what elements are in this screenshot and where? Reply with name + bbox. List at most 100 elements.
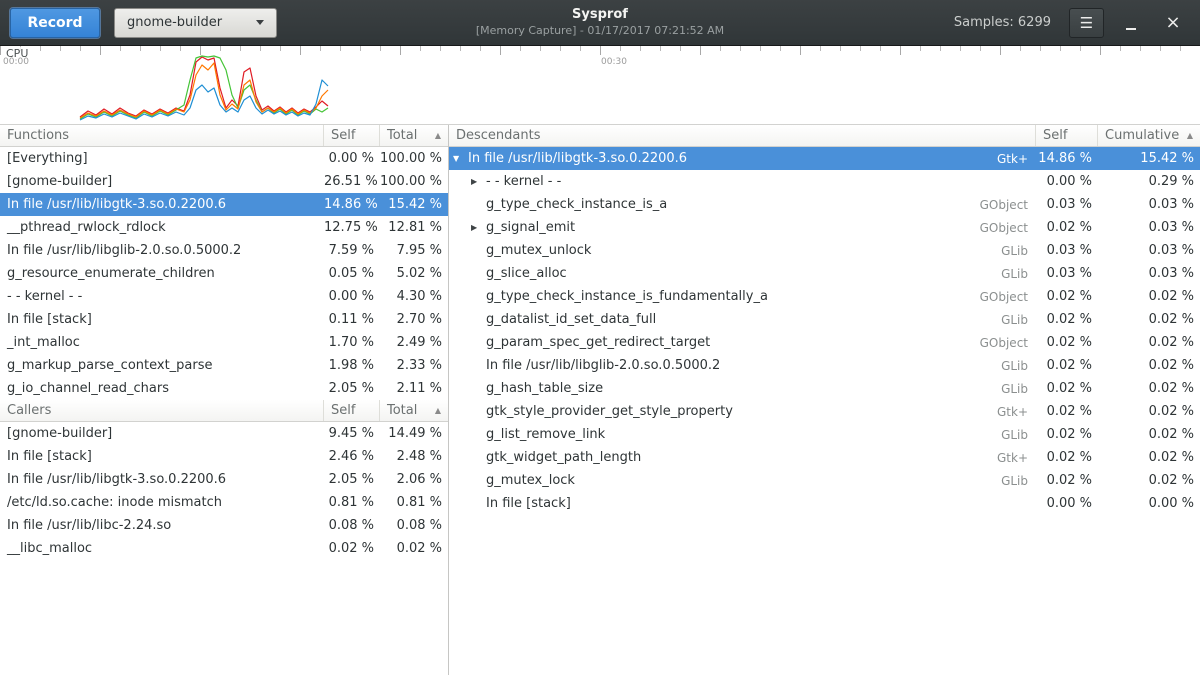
cumulative-value: 0.02 % (1098, 312, 1200, 327)
cpu-timeline[interactable]: CPU 00:00 00:30 (0, 46, 1200, 125)
self-value: 0.11 % (324, 312, 380, 327)
table-row[interactable]: g_type_check_instance_is_fundamentally_a… (449, 285, 1200, 308)
total-value: 14.49 % (380, 426, 448, 441)
minimize-button[interactable] (1122, 9, 1140, 37)
column-self[interactable]: Self (1036, 125, 1098, 146)
table-row[interactable]: g_mutex_unlock GLib 0.03 % 0.03 % (449, 239, 1200, 262)
table-row[interactable]: gtk_style_provider_get_style_property Gt… (449, 400, 1200, 423)
self-value: 2.46 % (324, 449, 380, 464)
process-selector-dropdown[interactable]: gnome-builder (114, 8, 277, 38)
expander-icon[interactable]: ▶ (471, 223, 486, 232)
table-row[interactable]: g_slice_alloc GLib 0.03 % 0.03 % (449, 262, 1200, 285)
close-icon: × (1165, 14, 1180, 32)
table-row[interactable]: g_resource_enumerate_children 0.05 % 5.0… (0, 262, 448, 285)
table-row[interactable]: g_mutex_lock GLib 0.02 % 0.02 % (449, 469, 1200, 492)
function-name: g_type_check_instance_is_a (449, 197, 972, 212)
table-row[interactable]: In file /usr/lib/libc-2.24.so 0.08 % 0.0… (0, 514, 448, 537)
self-value: 1.98 % (324, 358, 380, 373)
library-tag: Gtk+ (972, 152, 1036, 166)
table-row[interactable]: __libc_malloc 0.02 % 0.02 % (0, 537, 448, 560)
column-self[interactable]: Self (324, 400, 380, 421)
self-value: 0.02 % (1036, 404, 1098, 419)
menu-button[interactable]: ☰ (1069, 8, 1104, 38)
column-cumulative[interactable]: Cumulative ▲ (1098, 125, 1200, 146)
column-functions[interactable]: Functions (0, 125, 324, 146)
table-row[interactable]: /etc/ld.so.cache: inode mismatch 0.81 % … (0, 491, 448, 514)
table-row[interactable]: g_type_check_instance_is_a GObject 0.03 … (449, 193, 1200, 216)
cumulative-value: 0.00 % (1098, 496, 1200, 511)
column-label: Callers (7, 403, 51, 418)
table-row[interactable]: g_hash_table_size GLib 0.02 % 0.02 % (449, 377, 1200, 400)
expander-icon[interactable]: ▶ (471, 177, 486, 186)
table-row[interactable]: In file [stack] 0.00 % 0.00 % (449, 492, 1200, 515)
function-name: [gnome-builder] (0, 174, 324, 189)
library-tag: Gtk+ (972, 451, 1036, 465)
table-row[interactable]: In file [stack] 2.46 % 2.48 % (0, 445, 448, 468)
expander-icon[interactable]: ▼ (453, 154, 468, 163)
function-name: __pthread_rwlock_rdlock (0, 220, 324, 235)
table-row[interactable]: In file /usr/lib/libglib-2.0.so.0.5000.2… (449, 354, 1200, 377)
table-row[interactable]: gtk_widget_path_length Gtk+ 0.02 % 0.02 … (449, 446, 1200, 469)
table-row[interactable]: In file /usr/lib/libgtk-3.so.0.2200.6 14… (0, 193, 448, 216)
table-row[interactable]: [gnome-builder] 26.51 % 100.00 % (0, 170, 448, 193)
table-row[interactable]: ▼ In file /usr/lib/libgtk-3.so.0.2200.6 … (449, 147, 1200, 170)
table-row[interactable]: __pthread_rwlock_rdlock 12.75 % 12.81 % (0, 216, 448, 239)
function-name-label: g_list_remove_link (486, 427, 605, 442)
self-value: 0.02 % (1036, 358, 1098, 373)
table-row[interactable]: ▶ - - kernel - - 0.00 % 0.29 % (449, 170, 1200, 193)
self-value: 0.02 % (1036, 335, 1098, 350)
library-tag: GObject (972, 198, 1036, 212)
self-value: 2.05 % (324, 381, 380, 396)
function-name: - - kernel - - (0, 289, 324, 304)
record-button[interactable]: Record (10, 8, 100, 38)
table-row[interactable]: g_io_channel_read_chars 2.05 % 2.11 % (0, 377, 448, 400)
function-name-label: g_mutex_lock (486, 473, 575, 488)
column-label: Descendants (456, 128, 541, 143)
self-value: 12.75 % (324, 220, 380, 235)
table-row[interactable]: ▶ g_signal_emit GObject 0.02 % 0.03 % (449, 216, 1200, 239)
table-row[interactable]: g_markup_parse_context_parse 1.98 % 2.33… (0, 354, 448, 377)
table-row[interactable]: g_datalist_id_set_data_full GLib 0.02 % … (449, 308, 1200, 331)
function-name: In file /usr/lib/libglib-2.0.so.0.5000.2 (0, 243, 324, 258)
descendants-pane: Descendants Self Cumulative ▲ ▼ In file … (449, 125, 1200, 675)
table-row[interactable]: g_param_spec_get_redirect_target GObject… (449, 331, 1200, 354)
table-row[interactable]: In file /usr/lib/libgtk-3.so.0.2200.6 2.… (0, 468, 448, 491)
self-value: 0.02 % (1036, 220, 1098, 235)
column-label: Total (387, 403, 417, 418)
self-value: 0.03 % (1036, 197, 1098, 212)
total-value: 100.00 % (380, 174, 448, 189)
function-name: [gnome-builder] (0, 426, 324, 441)
function-name: g_datalist_id_set_data_full (449, 312, 972, 327)
function-name: g_param_spec_get_redirect_target (449, 335, 972, 350)
table-row[interactable]: In file /usr/lib/libglib-2.0.so.0.5000.2… (0, 239, 448, 262)
table-row[interactable]: - - kernel - - 0.00 % 4.30 % (0, 285, 448, 308)
column-total[interactable]: Total ▲ (380, 125, 448, 146)
table-row[interactable]: [gnome-builder] 9.45 % 14.49 % (0, 422, 448, 445)
column-total[interactable]: Total ▲ (380, 400, 448, 421)
total-value: 2.49 % (380, 335, 448, 350)
self-value: 0.02 % (1036, 473, 1098, 488)
self-value: 0.00 % (324, 289, 380, 304)
total-value: 0.08 % (380, 518, 448, 533)
column-label: Self (331, 403, 355, 418)
function-name: g_hash_table_size (449, 381, 972, 396)
column-self[interactable]: Self (324, 125, 380, 146)
table-row[interactable]: _int_malloc 1.70 % 2.49 % (0, 331, 448, 354)
function-name-label: In file [stack] (486, 496, 571, 511)
self-value: 14.86 % (324, 197, 380, 212)
table-row[interactable]: In file [stack] 0.11 % 2.70 % (0, 308, 448, 331)
self-value: 14.86 % (1036, 151, 1098, 166)
table-row[interactable]: g_list_remove_link GLib 0.02 % 0.02 % (449, 423, 1200, 446)
library-tag: GLib (972, 244, 1036, 258)
header-bar: Record gnome-builder Sysprof [Memory Cap… (0, 0, 1200, 46)
column-label: Cumulative (1105, 128, 1179, 143)
total-value: 2.48 % (380, 449, 448, 464)
close-button[interactable]: × (1164, 9, 1182, 37)
table-row[interactable]: [Everything] 0.00 % 100.00 % (0, 147, 448, 170)
function-name: g_list_remove_link (449, 427, 972, 442)
cpu-graph (0, 46, 1200, 125)
self-value: 9.45 % (324, 426, 380, 441)
column-callers[interactable]: Callers (0, 400, 324, 421)
function-name-label: In file /usr/lib/libgtk-3.so.0.2200.6 (468, 151, 687, 166)
column-descendants[interactable]: Descendants (449, 125, 1036, 146)
